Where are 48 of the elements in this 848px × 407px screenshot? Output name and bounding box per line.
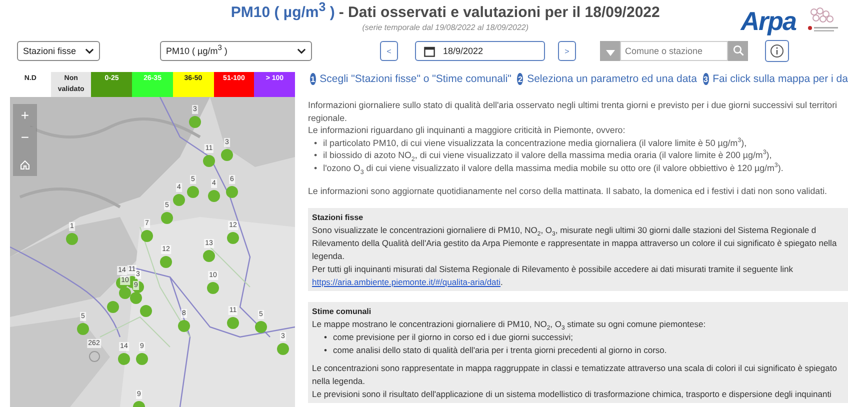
step-instruction: Scegli "Stazioni fisse" o "Stime comunali" [320, 73, 512, 85]
station-marker[interactable] [89, 351, 100, 362]
card-paragraph: Le concentrazioni sono rappresentate in mappa raggruppate in classi e tematizzate attraverso una scala di colori il cui significato è spiegato nella legenda. [312, 362, 837, 388]
next-day-button[interactable]: > [558, 41, 576, 61]
card-list-item: come analisi dello stato di qualità dell'aria per i trenta giorni precedenti al giorno in corso. [332, 344, 667, 358]
data-link[interactable]: https://aria.ambiente.piemonte.it/#/qualita-aria/dati [312, 277, 501, 288]
step-instruction: Fai click sulla mappa per i da [712, 73, 848, 85]
previous-day-button[interactable]: < [380, 41, 398, 61]
card-paragraph: Per tutti gli inquinanti misurati dal Sistema Regionale di Rilevamento è possibile accedere ai dati misurati tramite il seguente link https://aria.ambiente.piemonte.it/#/qualita-aria/dati. [312, 263, 793, 290]
date-range-subtitle: (serie temporale dal 19/08/2022 al 18/09/2022) [362, 23, 529, 32]
card-paragraph: Le previsioni sono il risultato dell'applicazione di un sistema modellistico di trasformazione chimica, trasporto e dispersione degli inquinanti [312, 388, 832, 402]
bullet: • [314, 149, 318, 162]
mode-select[interactable]: Stazioni fisse [17, 41, 100, 61]
step-number-badge: 2 [517, 73, 524, 85]
agency-logo[interactable]: Arpa [740, 8, 796, 34]
step-instruction: Seleziona un parametro ed una data [527, 73, 697, 85]
info-icon [770, 44, 784, 58]
calendar-icon [424, 46, 435, 56]
pollutant-item: il biossido di azoto NO$_{2}$, di cui viene visualizzato il valore della massima media oraria (il valore limite è 200 µg/m$^{3}$), [323, 149, 772, 162]
page-title: - Dati osservati e valutazioni per il 18/09/2022 [338, 4, 660, 21]
card-paragraph: Le mappe mostrano le concentrazioni giornaliere di PM10, NO$_{2}$, O$_{3}$ stimate su ogni comune piemontese: [312, 318, 706, 332]
card-list-item: come previsione per il giorno in corso ed i due giorni successivi; [332, 331, 573, 344]
step-number-badge: 1 [310, 73, 316, 85]
parameter-title: PM10 ( µg/m$^{3}$ ) [230, 4, 335, 21]
parameter-select[interactable]: PM10 ( µg/m$^{3}$ ) [160, 41, 312, 61]
search-field[interactable]: Comune o stazione [620, 41, 728, 61]
chevron-down-icon [297, 48, 306, 54]
step-number-badge: 3 [702, 73, 709, 85]
card-title: Stime comunali [312, 306, 372, 318]
chevron-down-icon [85, 48, 94, 54]
bullet: • [324, 344, 327, 358]
card-paragraph: Sono visualizzate le concentrazioni giornaliere di PM10, NO$_{2}$, O$_{3}$, misurate negli ultimi 30 giorni dalle stazioni del Sistema Regionale d Rilevamento della Qualità dell'Aria gestito da Arpa Piemonte e rappresentate in mappa attraverso un colore il cui significato è spiegato nella legenda. [312, 224, 837, 264]
pollutant-item: il particolato PM10, di cui viene visualizzata la concentrazione media giornaliera (il valore limite è 50 µg/m$^{3}$), [323, 136, 747, 150]
triangle-down-icon [606, 50, 614, 56]
pollutant-item: l'ozono O$_{3}$ di cui viene visualizzato il valore della massima media mobile su otto ore (il valore obbiettivo è 120 µg/m$^{3}$). [323, 162, 784, 175]
search-icon [732, 44, 744, 56]
intro-paragraph: Informazioni giornaliere sullo stato di qualità dell'aria osservato negli ultimi trenta giorni e previsto per i due giorni successivi sul territori regionale. [308, 99, 838, 124]
date-field[interactable]: 18/9/2022 [415, 41, 545, 61]
bullet: • [314, 162, 318, 175]
bullet: • [324, 331, 327, 344]
info-button[interactable] [765, 40, 789, 62]
search-button[interactable] [728, 41, 748, 61]
pollutants-intro: Le informazioni riguardano gli inquinanti a maggiore criticità in Piemonte, ovvero: [308, 124, 626, 137]
home-icon [20, 160, 30, 170]
update-note: Le informazioni sono aggiornate quotidianamente nel corso della mattinata. Il sabato, la domenica ed i festivi i dati non sono validati. [308, 184, 828, 198]
bullet: • [314, 136, 318, 150]
card-title: Stazioni fisse [312, 212, 364, 224]
filter-dropdown-button[interactable] [600, 41, 620, 61]
